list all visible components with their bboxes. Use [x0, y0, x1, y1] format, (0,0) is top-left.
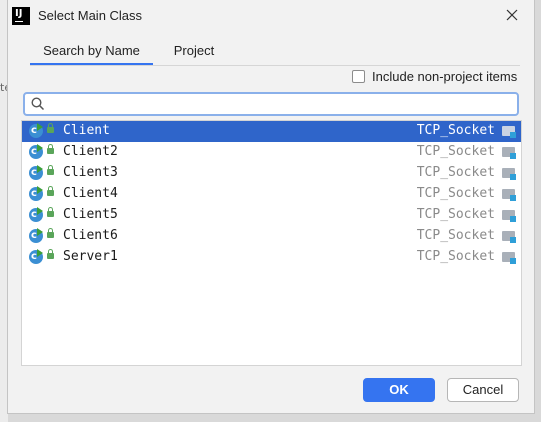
run-arrow-icon	[37, 123, 43, 131]
module-folder-icon	[502, 126, 516, 138]
module-folder-icon	[502, 231, 516, 243]
access-lock-icon	[47, 123, 54, 133]
class-row-client6[interactable]: c Client6 TCP_Socket	[22, 226, 521, 247]
include-non-project-checkbox[interactable]	[352, 70, 365, 83]
class-name: Client2	[63, 144, 118, 159]
search-icon	[31, 97, 45, 111]
run-arrow-icon	[37, 228, 43, 236]
class-row-client[interactable]: c Client TCP_Socket	[22, 121, 521, 142]
class-name: Client3	[63, 165, 118, 180]
search-input[interactable]	[51, 95, 515, 115]
class-name: Client	[63, 123, 110, 138]
run-arrow-icon	[37, 207, 43, 215]
close-button[interactable]	[502, 5, 524, 27]
run-arrow-icon	[37, 165, 43, 173]
tabs-divider	[30, 65, 520, 66]
select-main-class-dialog: IJ Select Main Class Search by Name Proj…	[7, 0, 535, 414]
module-name: TCP_Socket	[416, 249, 495, 264]
class-name: Client6	[63, 228, 118, 243]
class-name: Server1	[63, 249, 118, 264]
tab-project[interactable]: Project	[164, 40, 224, 66]
module-name: TCP_Socket	[416, 123, 495, 138]
module-folder-icon	[502, 189, 516, 201]
module-name: TCP_Socket	[416, 186, 495, 201]
intellij-app-icon: IJ	[12, 7, 30, 25]
title-bar: IJ Select Main Class	[8, 0, 534, 32]
access-lock-icon	[47, 144, 54, 154]
class-row-client2[interactable]: c Client2 TCP_Socket	[22, 142, 521, 163]
access-lock-icon	[47, 228, 54, 238]
run-arrow-icon	[37, 186, 43, 194]
access-lock-icon	[47, 207, 54, 217]
class-name: Client4	[63, 186, 118, 201]
run-arrow-icon	[37, 144, 43, 152]
app-icon-letters: IJ	[15, 8, 23, 19]
access-lock-icon	[47, 249, 54, 259]
search-field[interactable]	[23, 92, 519, 116]
module-folder-icon	[502, 147, 516, 159]
access-lock-icon	[47, 186, 54, 196]
dialog-title: Select Main Class	[38, 8, 143, 23]
module-name: TCP_Socket	[416, 144, 495, 159]
include-non-project-label: Include non-project items	[372, 69, 518, 84]
run-arrow-icon	[37, 249, 43, 257]
access-lock-icon	[47, 165, 54, 175]
tab-search-by-name[interactable]: Search by Name	[30, 40, 153, 66]
class-row-client3[interactable]: c Client3 TCP_Socket	[22, 163, 521, 184]
module-folder-icon	[502, 210, 516, 222]
module-name: TCP_Socket	[416, 165, 495, 180]
class-name: Client5	[63, 207, 118, 222]
module-folder-icon	[502, 252, 516, 264]
module-folder-icon	[502, 168, 516, 180]
class-row-client5[interactable]: c Client5 TCP_Socket	[22, 205, 521, 226]
class-row-server1[interactable]: c Server1 TCP_Socket	[22, 247, 521, 268]
module-name: TCP_Socket	[416, 207, 495, 222]
ok-button[interactable]: OK	[363, 378, 435, 402]
module-name: TCP_Socket	[416, 228, 495, 243]
class-row-client4[interactable]: c Client4 TCP_Socket	[22, 184, 521, 205]
class-list: c Client TCP_Socket c Client2 TCP_Socket…	[21, 120, 522, 366]
cancel-button[interactable]: Cancel	[447, 378, 519, 402]
close-icon	[506, 9, 518, 21]
